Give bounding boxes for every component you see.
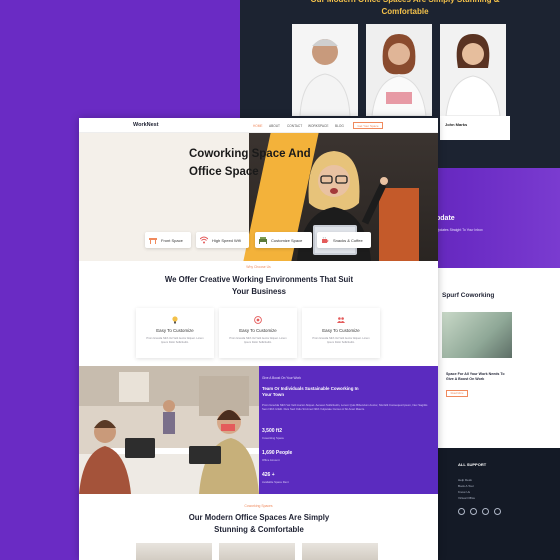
linkedin-icon[interactable]: [494, 508, 501, 515]
offer-card-title: Easy To Customize: [156, 328, 194, 333]
footer-link[interactable]: Virtual Office: [458, 496, 475, 500]
stat-label: Available Space Rent: [262, 480, 289, 484]
footer: [438, 448, 560, 560]
stat-label: Coworking Space: [262, 436, 284, 440]
twitter-icon[interactable]: [458, 508, 465, 515]
offer-card[interactable]: Easy To Customize Proin Gravida Nibh Vel…: [302, 308, 380, 358]
offices-title: Our Modern Office Spaces Are Simply Stun…: [159, 512, 359, 536]
offer-card-desc: Proin Gravida Nibh Vel Velit Auctor Aliq…: [146, 337, 204, 344]
feature-customize: Customize Space: [255, 232, 312, 248]
about-body: Proin Gravida Nibh Vel Velit Auctor Aliq…: [262, 403, 428, 411]
coffee-icon: [322, 236, 329, 243]
feature-front-space: Front Space: [145, 232, 191, 248]
office-team-photo: [79, 366, 259, 494]
stat-label: Office Amount: [262, 458, 280, 462]
blog-read-more-button[interactable]: Read More: [446, 390, 468, 397]
stat-value: 426 +: [262, 472, 275, 478]
nav-item-blog[interactable]: BLOG: [335, 124, 344, 128]
footer-link[interactable]: Book A Tour: [458, 484, 474, 488]
about-heading: Team Or Individuals Sustainable Coworkin…: [262, 386, 359, 397]
blog-post-title[interactable]: Space For All Your Work Needs To Give A …: [446, 372, 510, 382]
office-photo[interactable]: [136, 543, 212, 560]
feature-label: Snacks & Coffee: [333, 237, 363, 243]
wifi-icon: [200, 236, 208, 244]
about-section: [79, 366, 438, 494]
offer-eyebrow: Why Choose Us: [246, 265, 271, 269]
site-logo[interactable]: WorkNest: [133, 122, 159, 128]
offer-card[interactable]: Easy To Customize Proin Gravida Nibh Vel…: [219, 308, 297, 358]
team-member-photo: [292, 24, 358, 116]
feature-label: Front Space: [161, 237, 183, 243]
offices-title-line1: Our Modern Office Spaces Are Simply: [188, 513, 330, 522]
feature-wifi: High Speed Wifi: [196, 232, 249, 248]
nav-item-home[interactable]: HOME: [253, 124, 263, 128]
hero-title: Coworking Space And Office Space: [189, 145, 349, 181]
footer-heading: ALL SUPPORT: [458, 462, 487, 467]
get-space-button[interactable]: Get Your Space: [353, 122, 383, 129]
blog-post-image[interactable]: [442, 312, 512, 358]
facebook-icon[interactable]: [470, 508, 477, 515]
team-member-photo: [440, 24, 506, 116]
nav-item-workspace[interactable]: WORKSPACE: [308, 124, 328, 128]
hero-title-line2: Office Space: [189, 166, 259, 178]
offer-card-desc: Proin Gravida Nibh Vel Velit Auctor Aliq…: [312, 337, 370, 344]
footer-link[interactable]: Know Us: [458, 490, 470, 494]
team-member-photo: [366, 24, 432, 116]
front-page-preview: WorkNest HOME ABOUT CONTACT WORKSPACE BL…: [79, 118, 438, 560]
hero-title-line1: Coworking Space And: [189, 148, 311, 160]
stat-value: 1,690 People: [262, 450, 293, 456]
nav-item-contact[interactable]: CONTACT: [287, 124, 302, 128]
newsletter-subtext: Updates Straight To Your Inbox: [436, 228, 483, 232]
offer-card-title: Easy To Customize: [239, 328, 277, 333]
nav-item-about[interactable]: ABOUT: [269, 124, 280, 128]
stat-value: 3,500 ft2: [262, 428, 283, 434]
offer-card-title: Easy To Customize: [322, 328, 360, 333]
office-photo[interactable]: [302, 543, 378, 560]
team-section-title: Our Modern Office Spaces Are Simply Stun…: [310, 0, 499, 16]
footer-link[interactable]: Help Desk: [458, 478, 472, 482]
about-eyebrow: Give A Boost On Your Work: [262, 376, 301, 380]
newsletter-heading: pdate: [436, 215, 455, 222]
target-icon: [254, 316, 262, 324]
offices-title-line2: Stunning & Comfortable: [214, 525, 304, 534]
team-member-name: John Marks: [445, 122, 468, 127]
feature-label: Customize Space: [271, 237, 303, 243]
top-nav: WorkNest HOME ABOUT CONTACT WORKSPACE BL…: [79, 118, 438, 133]
offer-card-desc: Proin Gravida Nibh Vel Velit Auctor Aliq…: [229, 337, 287, 344]
office-photo[interactable]: [219, 543, 295, 560]
lightbulb-icon: [172, 316, 178, 324]
team-icon: [337, 317, 345, 323]
blog-heading: Spurf Coworking: [442, 292, 495, 299]
offer-title: We Offer Creative Working Environments T…: [164, 275, 354, 296]
offer-card[interactable]: Easy To Customize Proin Gravida Nibh Vel…: [136, 308, 214, 358]
instagram-icon[interactable]: [482, 508, 489, 515]
offices-eyebrow: Coworking Spaces: [244, 504, 273, 508]
feature-label: High Speed Wifi: [212, 237, 241, 243]
desk-icon: [149, 238, 157, 244]
sofa-icon: [259, 237, 267, 244]
hero-section: Coworking Space And Office Space Front S…: [79, 133, 438, 261]
feature-snacks: Snacks & Coffee: [317, 232, 371, 248]
team-member-caption: John Marks: [440, 116, 510, 140]
